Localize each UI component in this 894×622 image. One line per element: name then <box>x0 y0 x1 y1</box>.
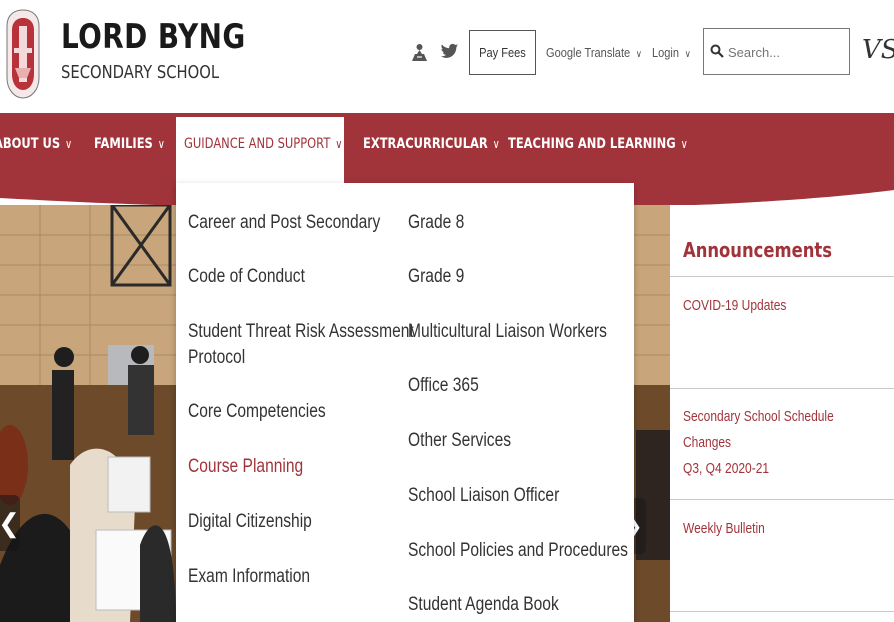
menu-item-student-agenda-book[interactable]: Student Agenda Book <box>408 592 559 618</box>
login-dropdown[interactable]: Login ∨ <box>652 45 691 60</box>
search-input[interactable] <box>728 41 846 63</box>
divider <box>670 611 894 612</box>
menu-item-school-policies-and-procedures[interactable]: School Policies and Procedures <box>408 538 628 564</box>
announcements-title: Announcements <box>683 238 832 262</box>
nav-item-families[interactable]: FAMILIES ∨ <box>94 136 165 152</box>
menu-item-course-planning[interactable]: Course Planning <box>188 454 303 480</box>
google-translate-label: Google Translate <box>546 45 631 60</box>
chevron-down-icon: ∨ <box>635 49 643 60</box>
menu-item-code-of-conduct[interactable]: Code of Conduct <box>188 264 305 290</box>
pay-fees-button[interactable]: Pay Fees <box>469 30 536 75</box>
nav-item-about-us[interactable]: ABOUT US ∨ <box>0 136 72 152</box>
menu-item-digital-citizenship[interactable]: Digital Citizenship <box>188 509 312 535</box>
twitter-icon[interactable] <box>440 43 459 60</box>
chevron-down-icon: ∨ <box>680 137 688 151</box>
menu-item-line: Student Threat Risk Assessment <box>188 321 414 342</box>
school-crest-logo[interactable] <box>5 8 41 100</box>
announcement-link[interactable]: Secondary School Schedule Changes Q3, Q4… <box>683 404 883 482</box>
announcement-line: Q3, Q4 2020-21 <box>683 460 770 477</box>
menu-item-exam-information[interactable]: Exam Information <box>188 564 310 590</box>
nav-item-label: TEACHING AND LEARNING <box>508 136 676 152</box>
chevron-down-icon: ∨ <box>65 137 73 151</box>
login-label: Login <box>652 45 680 60</box>
menu-item-grade-9[interactable]: Grade 9 <box>408 264 464 290</box>
menu-item-student-threat-risk-assessment[interactable]: Student Threat Risk Assessment Protocol <box>188 319 414 371</box>
google-translate-dropdown[interactable]: Google Translate ∨ <box>546 45 642 60</box>
announcement-line: Secondary School Schedule Changes <box>683 408 834 451</box>
menu-item-line: Protocol <box>188 347 246 368</box>
chevron-down-icon: ∨ <box>335 137 343 151</box>
menu-item-career-and-post-secondary[interactable]: Career and Post Secondary <box>188 210 380 236</box>
menu-item-grade-8[interactable]: Grade 8 <box>408 210 464 236</box>
nav-item-label: FAMILIES <box>94 136 153 152</box>
menu-item-multicultural-liaison-workers[interactable]: Multicultural Liaison Workers <box>408 319 607 345</box>
district-logo[interactable]: VSB <box>862 35 894 65</box>
divider <box>670 499 894 500</box>
chevron-left-icon: ❮ <box>0 507 20 538</box>
map-location-icon[interactable] <box>411 43 428 62</box>
school-name[interactable]: LORD BYNG <box>61 20 246 54</box>
divider <box>670 388 894 389</box>
nav-item-extracurricular[interactable]: EXTRACURRICULAR ∨ <box>363 136 500 152</box>
chevron-down-icon: ∨ <box>157 137 165 151</box>
chevron-down-icon: ∨ <box>492 137 500 151</box>
site-header: LORD BYNG SECONDARY SCHOOL Pay Fees Goog… <box>0 0 894 113</box>
carousel-prev-button[interactable]: ❮ <box>0 495 20 551</box>
menu-item-school-liaison-officer[interactable]: School Liaison Officer <box>408 483 559 509</box>
nav-item-teaching-and-learning[interactable]: TEACHING AND LEARNING ∨ <box>508 136 688 152</box>
nav-item-guidance-and-support[interactable]: GUIDANCE AND SUPPORT ∨ <box>184 136 342 152</box>
school-subtitle[interactable]: SECONDARY SCHOOL <box>61 64 219 82</box>
pay-fees-label: Pay Fees <box>479 45 526 60</box>
menu-item-core-competencies[interactable]: Core Competencies <box>188 399 326 425</box>
search-box[interactable] <box>703 28 850 75</box>
nav-item-label: EXTRACURRICULAR <box>363 136 488 152</box>
announcement-link[interactable]: Weekly Bulletin <box>683 516 883 542</box>
announcement-link[interactable]: COVID-19 Updates <box>683 293 883 319</box>
nav-item-label: ABOUT US <box>0 136 61 152</box>
search-icon[interactable] <box>710 44 724 58</box>
divider <box>670 276 894 277</box>
nav-item-label: GUIDANCE AND SUPPORT <box>184 136 331 152</box>
menu-item-office-365[interactable]: Office 365 <box>408 373 479 399</box>
menu-item-other-services[interactable]: Other Services <box>408 428 511 454</box>
chevron-down-icon: ∨ <box>684 49 691 60</box>
